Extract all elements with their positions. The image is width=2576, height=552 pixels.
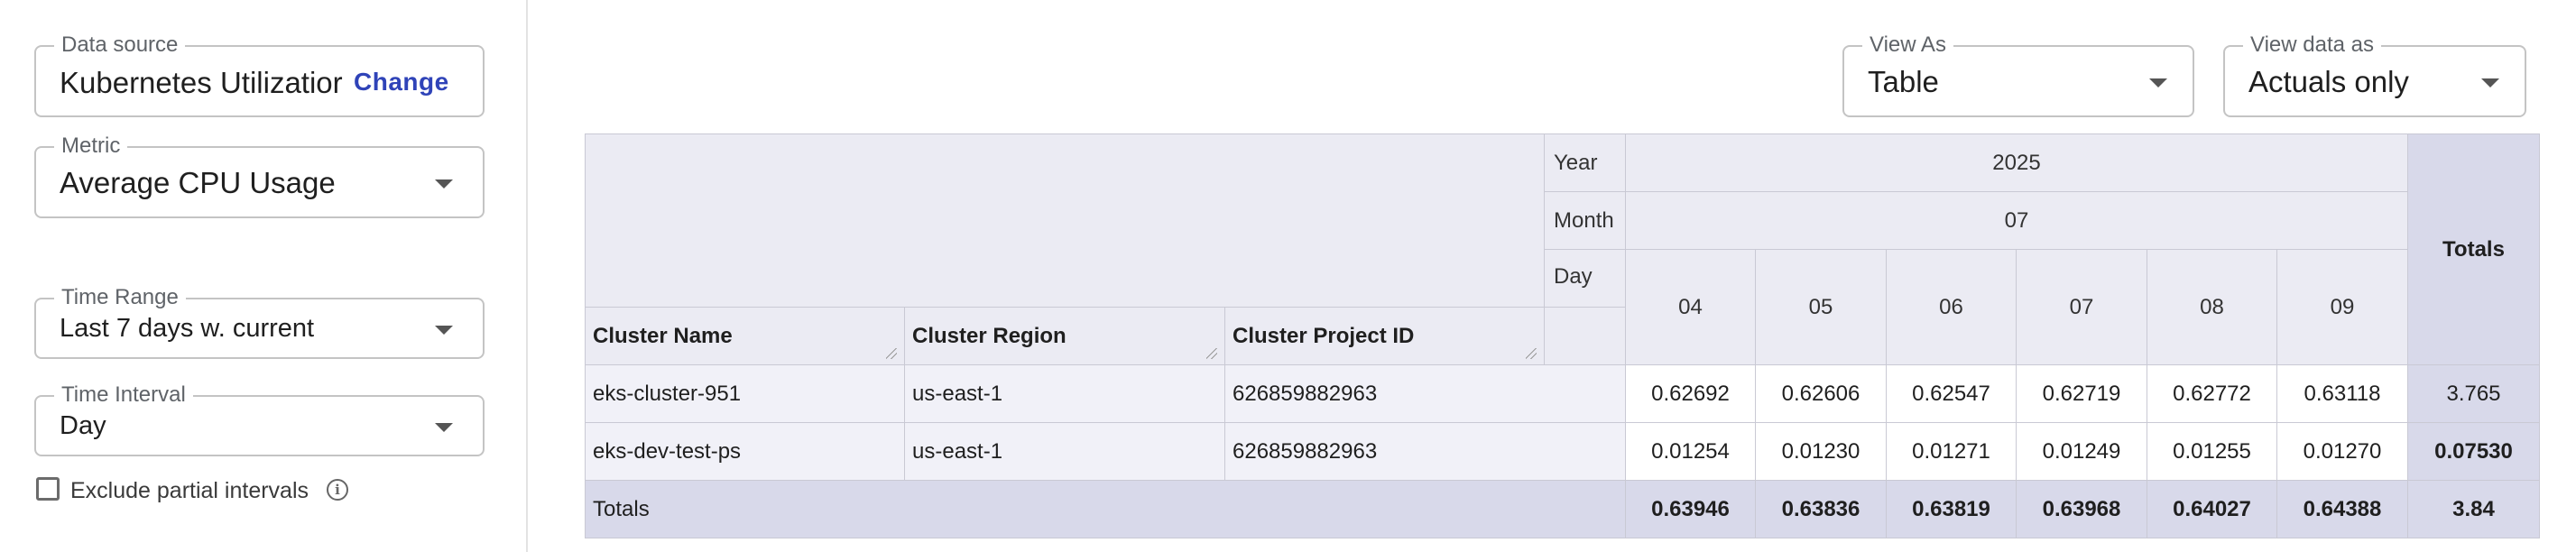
sidebar: Data source Kubernetes Utilizatior Chang… <box>0 0 528 552</box>
total-cell: 0.63946 <box>1625 480 1756 538</box>
row-total-cell: 0.07530 <box>2407 422 2540 481</box>
view-data-as-select[interactable]: View data as Actuals only <box>2223 32 2526 117</box>
time-interval-value: Day <box>60 411 106 440</box>
axis-label-day: Day <box>1544 249 1626 308</box>
view-data-as-label: View data as <box>2243 32 2381 58</box>
total-cell: 0.63968 <box>2016 480 2147 538</box>
time-interval-select[interactable]: Time Interval Day <box>34 382 485 456</box>
column-header-cluster-region[interactable]: Cluster Region <box>904 307 1225 365</box>
table-row: eks-dev-test-ps us-east-1 626859882963 0… <box>585 422 2540 481</box>
table-row: eks-cluster-951 us-east-1 626859882963 0… <box>585 364 2540 423</box>
value-cell: 0.01271 <box>1886 422 2017 481</box>
row-cluster-region: us-east-1 <box>904 364 1225 423</box>
grand-total-cell: 3.84 <box>2407 480 2540 538</box>
data-source-value: Kubernetes Utilizatior <box>60 66 343 99</box>
data-source-field[interactable]: Data source Kubernetes Utilizatior Chang… <box>34 32 485 117</box>
column-header-cluster-name[interactable]: Cluster Name <box>585 307 905 365</box>
exclude-partial-checkbox[interactable] <box>36 477 60 501</box>
metric-select[interactable]: Metric Average CPU Usage <box>34 133 485 218</box>
chevron-down-icon <box>2481 78 2499 87</box>
chevron-down-icon <box>2149 78 2167 87</box>
value-cell: 0.62606 <box>1755 364 1887 423</box>
time-range-value: Last 7 days w. current <box>60 314 315 343</box>
info-icon[interactable]: i <box>327 479 348 501</box>
day-header: 04 <box>1625 249 1756 365</box>
resize-handle-icon[interactable] <box>1206 348 1217 359</box>
value-cell: 0.01270 <box>2276 422 2408 481</box>
day-header: 09 <box>2276 249 2408 365</box>
column-header-label: Cluster Region <box>912 323 1066 348</box>
value-cell: 0.01255 <box>2147 422 2277 481</box>
total-cell: 0.63836 <box>1755 480 1887 538</box>
total-cell: 0.63819 <box>1886 480 2017 538</box>
row-cluster-project-id: 626859882963 <box>1224 364 1626 423</box>
axis-label-year: Year <box>1544 133 1626 192</box>
total-cell: 0.64027 <box>2147 480 2277 538</box>
column-header-cluster-project-id[interactable]: Cluster Project ID <box>1224 307 1545 365</box>
row-cluster-name: eks-cluster-951 <box>585 364 905 423</box>
exclude-partial-label: Exclude partial intervals <box>70 478 309 503</box>
view-as-label: View As <box>1862 32 1953 58</box>
value-cell: 0.62692 <box>1625 364 1756 423</box>
totals-row: Totals 0.63946 0.63836 0.63819 0.63968 0… <box>585 480 2540 538</box>
time-range-label: Time Range <box>54 285 186 310</box>
year-header: 2025 <box>1625 133 2408 192</box>
view-data-as-value: Actuals only <box>2248 65 2409 98</box>
column-header-label: Cluster Project ID <box>1233 323 1415 348</box>
column-header-label: Cluster Name <box>593 323 733 348</box>
time-interval-label: Time Interval <box>54 382 193 408</box>
value-cell: 0.01249 <box>2016 422 2147 481</box>
chevron-down-icon <box>435 326 453 335</box>
totals-column-header: Totals <box>2407 133 2540 365</box>
totals-row-label: Totals <box>585 480 1626 538</box>
row-cluster-project-id: 626859882963 <box>1224 422 1626 481</box>
value-cell: 0.01230 <box>1755 422 1887 481</box>
month-header: 07 <box>1625 191 2408 250</box>
day-header: 07 <box>2016 249 2147 365</box>
view-as-select[interactable]: View As Table <box>1842 32 2194 117</box>
resize-handle-icon[interactable] <box>1526 348 1537 359</box>
axis-label-month: Month <box>1544 191 1626 250</box>
total-cell: 0.64388 <box>2276 480 2408 538</box>
value-cell: 0.63118 <box>2276 364 2408 423</box>
view-as-value: Table <box>1868 65 1939 98</box>
header-spacer <box>1544 307 1626 365</box>
time-range-select[interactable]: Time Range Last 7 days w. current <box>34 285 485 359</box>
value-cell: 0.62547 <box>1886 364 2017 423</box>
change-data-source-button[interactable]: Change <box>354 68 449 97</box>
day-header: 08 <box>2147 249 2277 365</box>
chevron-down-icon <box>435 423 453 432</box>
row-cluster-region: us-east-1 <box>904 422 1225 481</box>
chevron-down-icon <box>435 179 453 189</box>
value-cell: 0.62772 <box>2147 364 2277 423</box>
day-header: 06 <box>1886 249 2017 365</box>
data-source-label: Data source <box>54 32 186 58</box>
metric-value: Average CPU Usage <box>60 166 336 199</box>
resize-handle-icon[interactable] <box>886 348 897 359</box>
metric-label: Metric <box>54 133 128 159</box>
row-total-cell: 3.765 <box>2407 364 2540 423</box>
value-cell: 0.62719 <box>2016 364 2147 423</box>
table-corner <box>585 133 1545 308</box>
value-cell: 0.01254 <box>1625 422 1756 481</box>
day-header: 05 <box>1755 249 1887 365</box>
pivot-table: Year 2025 Totals Month 07 Day 04 05 06 0… <box>585 133 2540 538</box>
row-cluster-name: eks-dev-test-ps <box>585 422 905 481</box>
